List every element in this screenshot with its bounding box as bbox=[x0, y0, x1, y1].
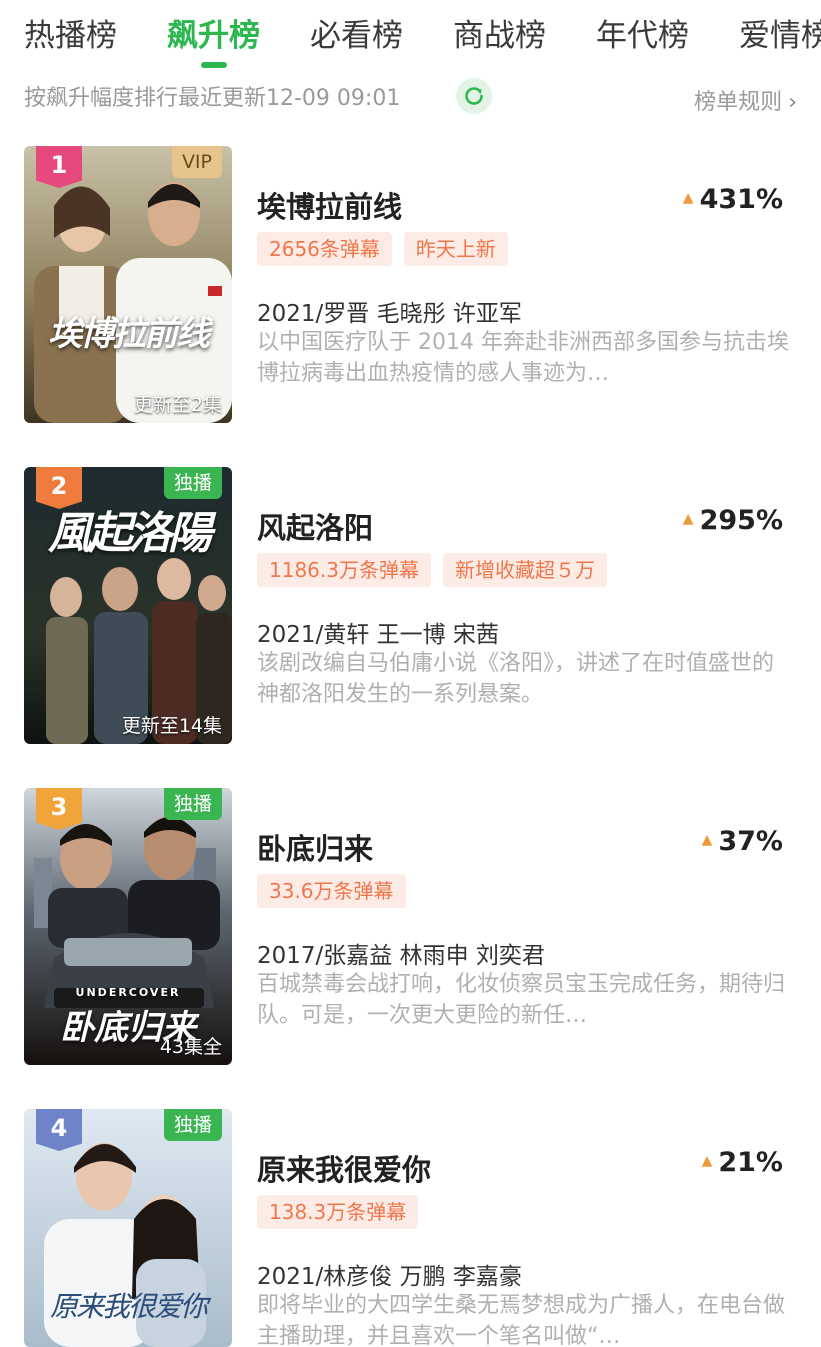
tab-rising[interactable]: 飙升榜 bbox=[167, 14, 260, 58]
new-release-chip: 昨天上新 bbox=[403, 232, 508, 266]
exclusive-badge: 独播 bbox=[163, 1109, 222, 1141]
synopsis: 该剧改编自马伯庸小说《洛阳》，讲述了在时值盛世的神都洛阳发生的一系列悬案。 bbox=[257, 651, 775, 707]
sort-description: 按飙升幅度排行最近更新12-09 09:01 bbox=[24, 86, 401, 111]
ranking-info-bar: 按飙升幅度排行最近更新12-09 09:01 榜单规则 › bbox=[24, 76, 797, 116]
year-cast: 2021/罗晋 毛晓彤 许亚军 bbox=[257, 301, 522, 327]
poster-image[interactable]: 埃博拉前线 1 VIP 更新至2集 bbox=[24, 146, 232, 423]
synopsis: 百城禁毒会战打响，化妆侦察员宝玉完成任务，期待归队。可是，一次更大更险的新任… bbox=[257, 972, 786, 1028]
category-tabs: 热播榜 飙升榜 必看榜 商战榜 年代榜 爱情榜 bbox=[0, 0, 821, 70]
rank-badge: 2 bbox=[36, 467, 82, 509]
danmaku-count-chip: 138.3万条弹幕 bbox=[257, 1195, 419, 1229]
list-item[interactable]: 風起洛陽 2 独播 更新至14集 风起洛阳 ▲ 295% 1186.3万条弹幕 新增… bbox=[0, 467, 821, 757]
list-item[interactable]: 埃博拉前线 1 VIP 更新至2集 埃博拉前线 ▲ 431% 2656条弹幕 昨天上… bbox=[0, 146, 821, 436]
synopsis: 即将毕业的大四学生桑无焉梦想成为广播人，在电台做主播助理，并且喜欢一个笔名叫做“… bbox=[257, 1293, 786, 1347]
list-item[interactable]: 卧底归来 UNDERCOVER 3 独播 43集全 卧底归来 ▲ 37% 33.6… bbox=[0, 788, 821, 1078]
exclusive-badge: 独播 bbox=[163, 467, 222, 499]
up-arrow-icon: ▲ bbox=[682, 511, 694, 527]
tab-hot[interactable]: 热播榜 bbox=[24, 14, 117, 58]
year-cast: 2017/张嘉益 林雨申 刘奕君 bbox=[257, 943, 545, 969]
vip-badge: VIP bbox=[171, 146, 222, 178]
poster-image[interactable]: 卧底归来 UNDERCOVER 3 独播 43集全 bbox=[24, 788, 232, 1065]
show-title[interactable]: 卧底归来 bbox=[257, 826, 373, 868]
episode-status: 43集全 bbox=[159, 1036, 222, 1058]
exclusive-badge: 独播 bbox=[163, 788, 222, 820]
list-item[interactable]: 原来我很爱你 4 独播 原来我很爱你 ▲ 21% 138.3万条弹幕 2021/林… bbox=[0, 1109, 821, 1347]
poster-image[interactable]: 風起洛陽 2 独播 更新至14集 bbox=[24, 467, 232, 744]
tab-romance[interactable]: 爱情榜 bbox=[739, 14, 821, 58]
show-title[interactable]: 埃博拉前线 bbox=[257, 184, 402, 226]
episode-status: 更新至14集 bbox=[121, 715, 222, 737]
rank-badge: 3 bbox=[36, 788, 82, 830]
growth-rate: ▲ 431% bbox=[683, 184, 783, 215]
growth-value: 295% bbox=[699, 505, 783, 536]
favorites-chip: 新增收藏超５万 bbox=[442, 553, 607, 587]
ranking-rules-link[interactable]: 榜单规则 › bbox=[694, 84, 797, 116]
rank-badge: 1 bbox=[36, 146, 82, 188]
danmaku-count-chip: 1186.3万条弹幕 bbox=[257, 553, 431, 587]
poster-title: 埃博拉前线 bbox=[48, 314, 210, 354]
chip-group: 2656条弹幕 昨天上新 bbox=[257, 232, 520, 266]
year-cast: 2021/黄轩 王一博 宋茜 bbox=[257, 622, 499, 648]
tab-must-watch[interactable]: 必看榜 bbox=[310, 14, 403, 58]
year-cast: 2021/林彦俊 万鹏 李嘉豪 bbox=[257, 1264, 522, 1290]
growth-rate: ▲ 295% bbox=[683, 505, 783, 536]
chevron-right-icon: › bbox=[788, 90, 797, 115]
poster-image[interactable]: 原来我很爱你 4 独播 bbox=[24, 1109, 232, 1347]
chip-group: 1186.3万条弹幕 新增收藏超５万 bbox=[257, 553, 619, 587]
poster-subtitle: UNDERCOVER bbox=[75, 986, 181, 999]
tab-business-war[interactable]: 商战榜 bbox=[453, 14, 546, 58]
danmaku-count-chip: 2656条弹幕 bbox=[257, 232, 392, 266]
rank-badge: 4 bbox=[36, 1109, 82, 1151]
ranking-rules-label: 榜单规则 bbox=[694, 90, 783, 115]
active-tab-indicator bbox=[201, 62, 227, 68]
danmaku-count-chip: 33.6万条弹幕 bbox=[257, 874, 406, 908]
show-title[interactable]: 原来我很爱你 bbox=[257, 1147, 431, 1189]
up-arrow-icon: ▲ bbox=[701, 832, 713, 848]
refresh-icon[interactable] bbox=[456, 78, 492, 114]
tab-era[interactable]: 年代榜 bbox=[596, 14, 689, 58]
synopsis: 以中国医疗队于 2014 年奔赴非洲西部多国参与抗击埃博拉病毒出血热疫情的感人事… bbox=[257, 330, 789, 386]
poster-title: 原来我很爱你 bbox=[49, 1290, 208, 1323]
growth-value: 37% bbox=[718, 826, 783, 857]
growth-rate: ▲ 37% bbox=[702, 826, 783, 857]
up-arrow-icon: ▲ bbox=[682, 190, 694, 206]
show-title[interactable]: 风起洛阳 bbox=[257, 505, 373, 547]
up-arrow-icon: ▲ bbox=[701, 1153, 713, 1169]
growth-value: 21% bbox=[718, 1147, 783, 1178]
growth-value: 431% bbox=[699, 184, 783, 215]
chip-group: 33.6万条弹幕 bbox=[257, 874, 418, 908]
episode-status: 更新至2集 bbox=[133, 394, 222, 416]
chip-group: 138.3万条弹幕 bbox=[257, 1195, 430, 1229]
growth-rate: ▲ 21% bbox=[702, 1147, 783, 1178]
